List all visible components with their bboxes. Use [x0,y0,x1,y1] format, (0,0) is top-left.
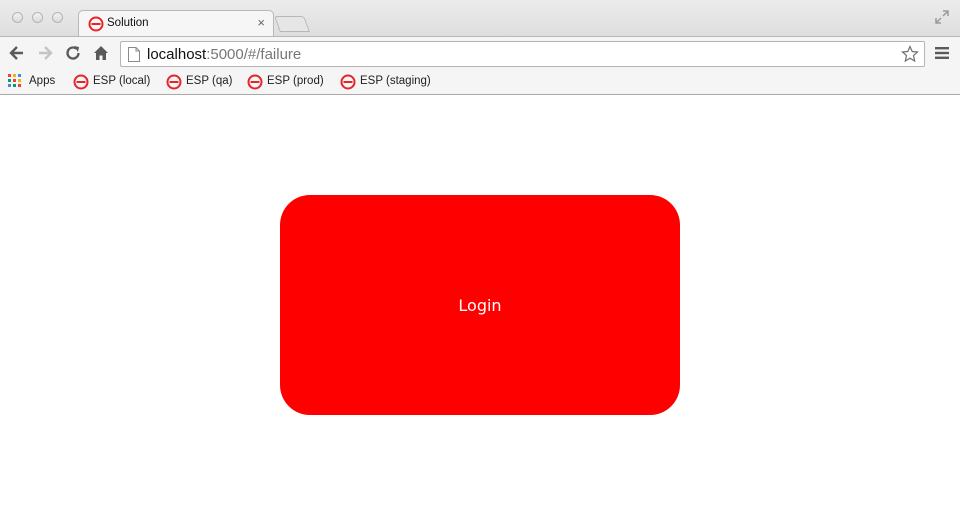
tab-close-icon[interactable]: × [257,15,265,31]
forward-arrow-icon[interactable] [35,43,55,63]
esp-logo-icon [166,74,182,90]
bookmark-label: ESP (prod) [267,75,324,87]
star-icon[interactable] [901,45,919,63]
esp-logo-icon [73,74,89,90]
esp-logo-icon [247,74,263,90]
bookmark-label: ESP (staging) [360,75,431,87]
window-close-button[interactable] [12,12,23,23]
esp-logo-icon [88,16,104,32]
fullscreen-icon[interactable] [934,9,950,25]
page-icon [128,47,140,62]
browser-toolbar: localhost:5000/#/failure [0,36,960,70]
bookmarks-bar: Apps ESP (local) ESP (qa) ESP (prod) ESP… [0,70,960,95]
reload-icon[interactable] [63,43,83,63]
back-arrow-icon[interactable] [7,43,27,63]
bookmark-label: ESP (qa) [186,75,233,87]
apps-grid-icon [8,74,21,87]
window-titlebar: Solution × [0,0,960,37]
bookmark-label: Apps [29,75,56,87]
window-maximize-button[interactable] [52,12,63,23]
window-minimize-button[interactable] [32,12,43,23]
esp-logo-icon [340,74,356,90]
tab-title: Solution [107,17,149,29]
home-icon[interactable] [91,43,111,63]
login-button[interactable]: Login [280,195,680,415]
new-tab-button[interactable] [274,16,310,32]
address-bar[interactable]: localhost:5000/#/failure [120,41,925,67]
url-text[interactable]: localhost:5000/#/failure [147,46,301,63]
browser-tab[interactable]: Solution × [78,10,274,37]
menu-icon[interactable] [935,46,949,60]
bookmark-label: ESP (local) [93,75,151,87]
